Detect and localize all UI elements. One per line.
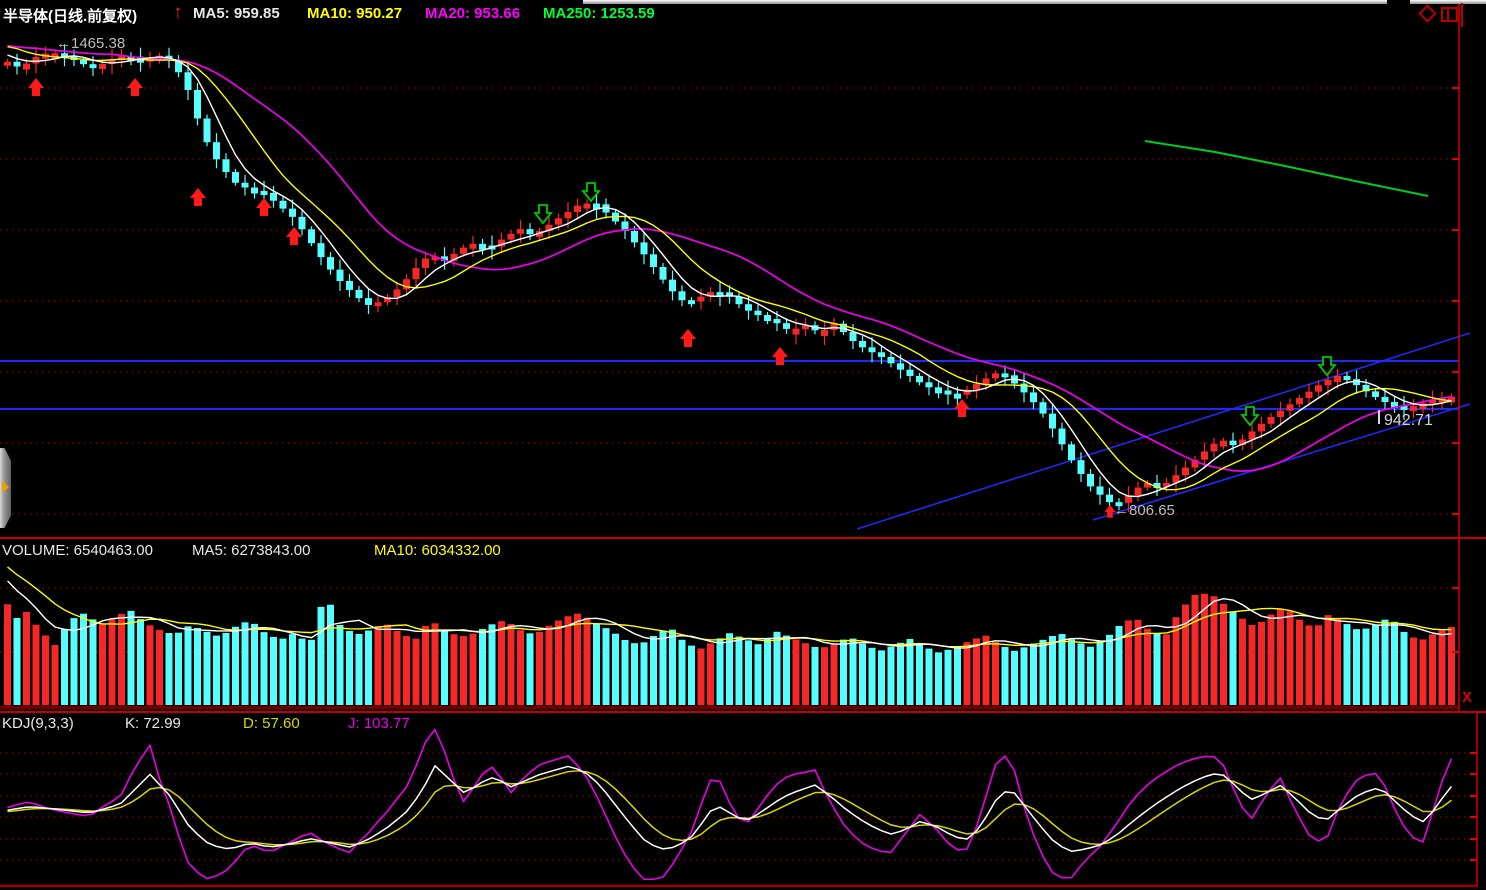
volume-ma10-value: MA10: 6034332.00 [374,542,501,559]
volume-value: VOLUME: 6540463.00 [2,542,153,559]
top-scrollbar[interactable] [583,0,1387,4]
buy-signal-arrow-icon [680,329,696,347]
ma10-value: MA10: 950.27 [307,5,403,22]
volume-pane [0,566,1459,710]
security-title: 半导体(日线.前复权) [3,8,138,25]
last-price-tick [1378,410,1380,424]
high-price-label: ←1465.38 [56,35,126,52]
trading-app-window: 半导体(日线.前复权) ↑ MA5: 959.85 MA10: 950.27 M… [0,0,1486,890]
up-arrow-icon: ↑ [173,2,183,23]
ma5-value: MA5: 959.85 [193,5,280,22]
kdj-d-value: D: 57.60 [243,715,300,732]
last-price-label: 942.71 [1384,412,1433,429]
top-scrollbar-segment[interactable] [1410,0,1486,4]
kdj-k-value: K: 72.99 [125,715,181,732]
kdj-j-value: J: 103.77 [348,715,410,732]
sidebar-expand-tab[interactable] [0,448,11,528]
kdj-name: KDJ(9,3,3) [2,715,74,732]
buy-signal-arrow-icon [127,78,143,96]
expand-arrow-icon [2,481,9,493]
buy-signal-arrow-icon [772,347,788,365]
split-window-icon[interactable] [1441,7,1458,22]
buy-signal-arrow-icon [256,198,272,216]
low-price-label: ←806.65 [1114,502,1175,519]
window-edge-line [1461,3,1463,27]
buy-signal-arrow-icon [190,188,206,206]
buy-signal-arrow-icon [954,399,970,417]
main-pane [0,44,1471,530]
buy-signal-arrow-icon [28,78,44,96]
volume-ma5-value: MA5: 6273843.00 [192,542,311,559]
stock-chart-canvas[interactable] [0,0,1486,890]
ma250-value: MA250: 1253.59 [543,5,655,22]
ma20-value: MA20: 953.66 [425,5,521,22]
indicator-close-button[interactable]: X [1462,689,1472,706]
kdj-pane [0,728,1477,881]
